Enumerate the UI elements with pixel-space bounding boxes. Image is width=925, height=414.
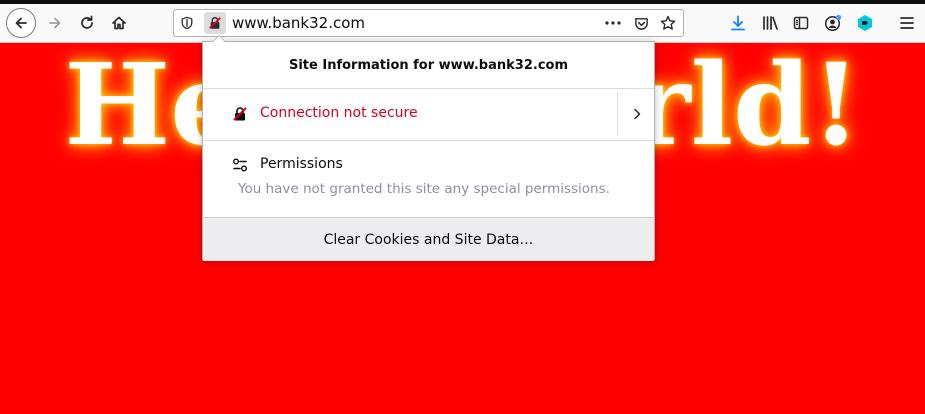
connection-details-button[interactable] (618, 88, 655, 140)
reload-button[interactable] (72, 8, 102, 38)
library-icon (762, 16, 778, 30)
chevron-right-icon (633, 108, 640, 120)
panel-title: Site Information for www.bank32.com (203, 42, 654, 89)
navigation-toolbar: www.bank32.com (0, 4, 925, 43)
library-button[interactable] (755, 8, 785, 38)
page-actions-button[interactable] (602, 12, 624, 34)
connection-row[interactable]: Connection not secure (203, 88, 654, 141)
extension-button[interactable] (850, 8, 880, 38)
pocket-icon (634, 17, 648, 30)
permissions-description: You have not granted this site any speci… (238, 181, 610, 197)
account-icon (824, 14, 842, 32)
url-text[interactable]: www.bank32.com (232, 14, 365, 32)
reload-icon (81, 15, 93, 29)
site-identity-button[interactable] (204, 12, 226, 34)
url-bar[interactable]: www.bank32.com (173, 9, 684, 37)
star-icon (660, 15, 676, 30)
downloads-button[interactable] (723, 8, 753, 38)
shield-icon (181, 16, 193, 30)
back-arrow-icon (6, 8, 36, 38)
sidebar-button[interactable] (786, 8, 816, 38)
home-button[interactable] (104, 8, 134, 38)
more-horizontal-icon (605, 21, 621, 25)
hamburger-menu-icon (900, 17, 914, 29)
site-information-panel: Site Information for www.bank32.com Conn… (202, 41, 655, 261)
connection-status-label: Connection not secure (260, 105, 418, 121)
panel-arrow-inner (213, 36, 225, 42)
insecure-connection-icon (233, 107, 247, 121)
forward-button[interactable] (40, 8, 70, 38)
clear-cookies-button[interactable]: Clear Cookies and Site Data… (203, 217, 654, 261)
home-icon (112, 16, 126, 30)
tracking-protection-button[interactable] (176, 12, 198, 34)
bookmark-star-button[interactable] (657, 12, 679, 34)
insecure-lock-icon (209, 17, 221, 29)
back-button[interactable] (5, 7, 37, 39)
forward-arrow-icon (49, 17, 61, 29)
permissions-icon (233, 158, 247, 172)
menu-button[interactable] (892, 8, 922, 38)
pocket-button[interactable] (630, 12, 652, 34)
sidebar-icon (793, 16, 809, 30)
download-icon (731, 15, 745, 31)
permissions-label: Permissions (260, 156, 343, 172)
extension-icon (858, 15, 872, 31)
account-button[interactable] (818, 8, 848, 38)
